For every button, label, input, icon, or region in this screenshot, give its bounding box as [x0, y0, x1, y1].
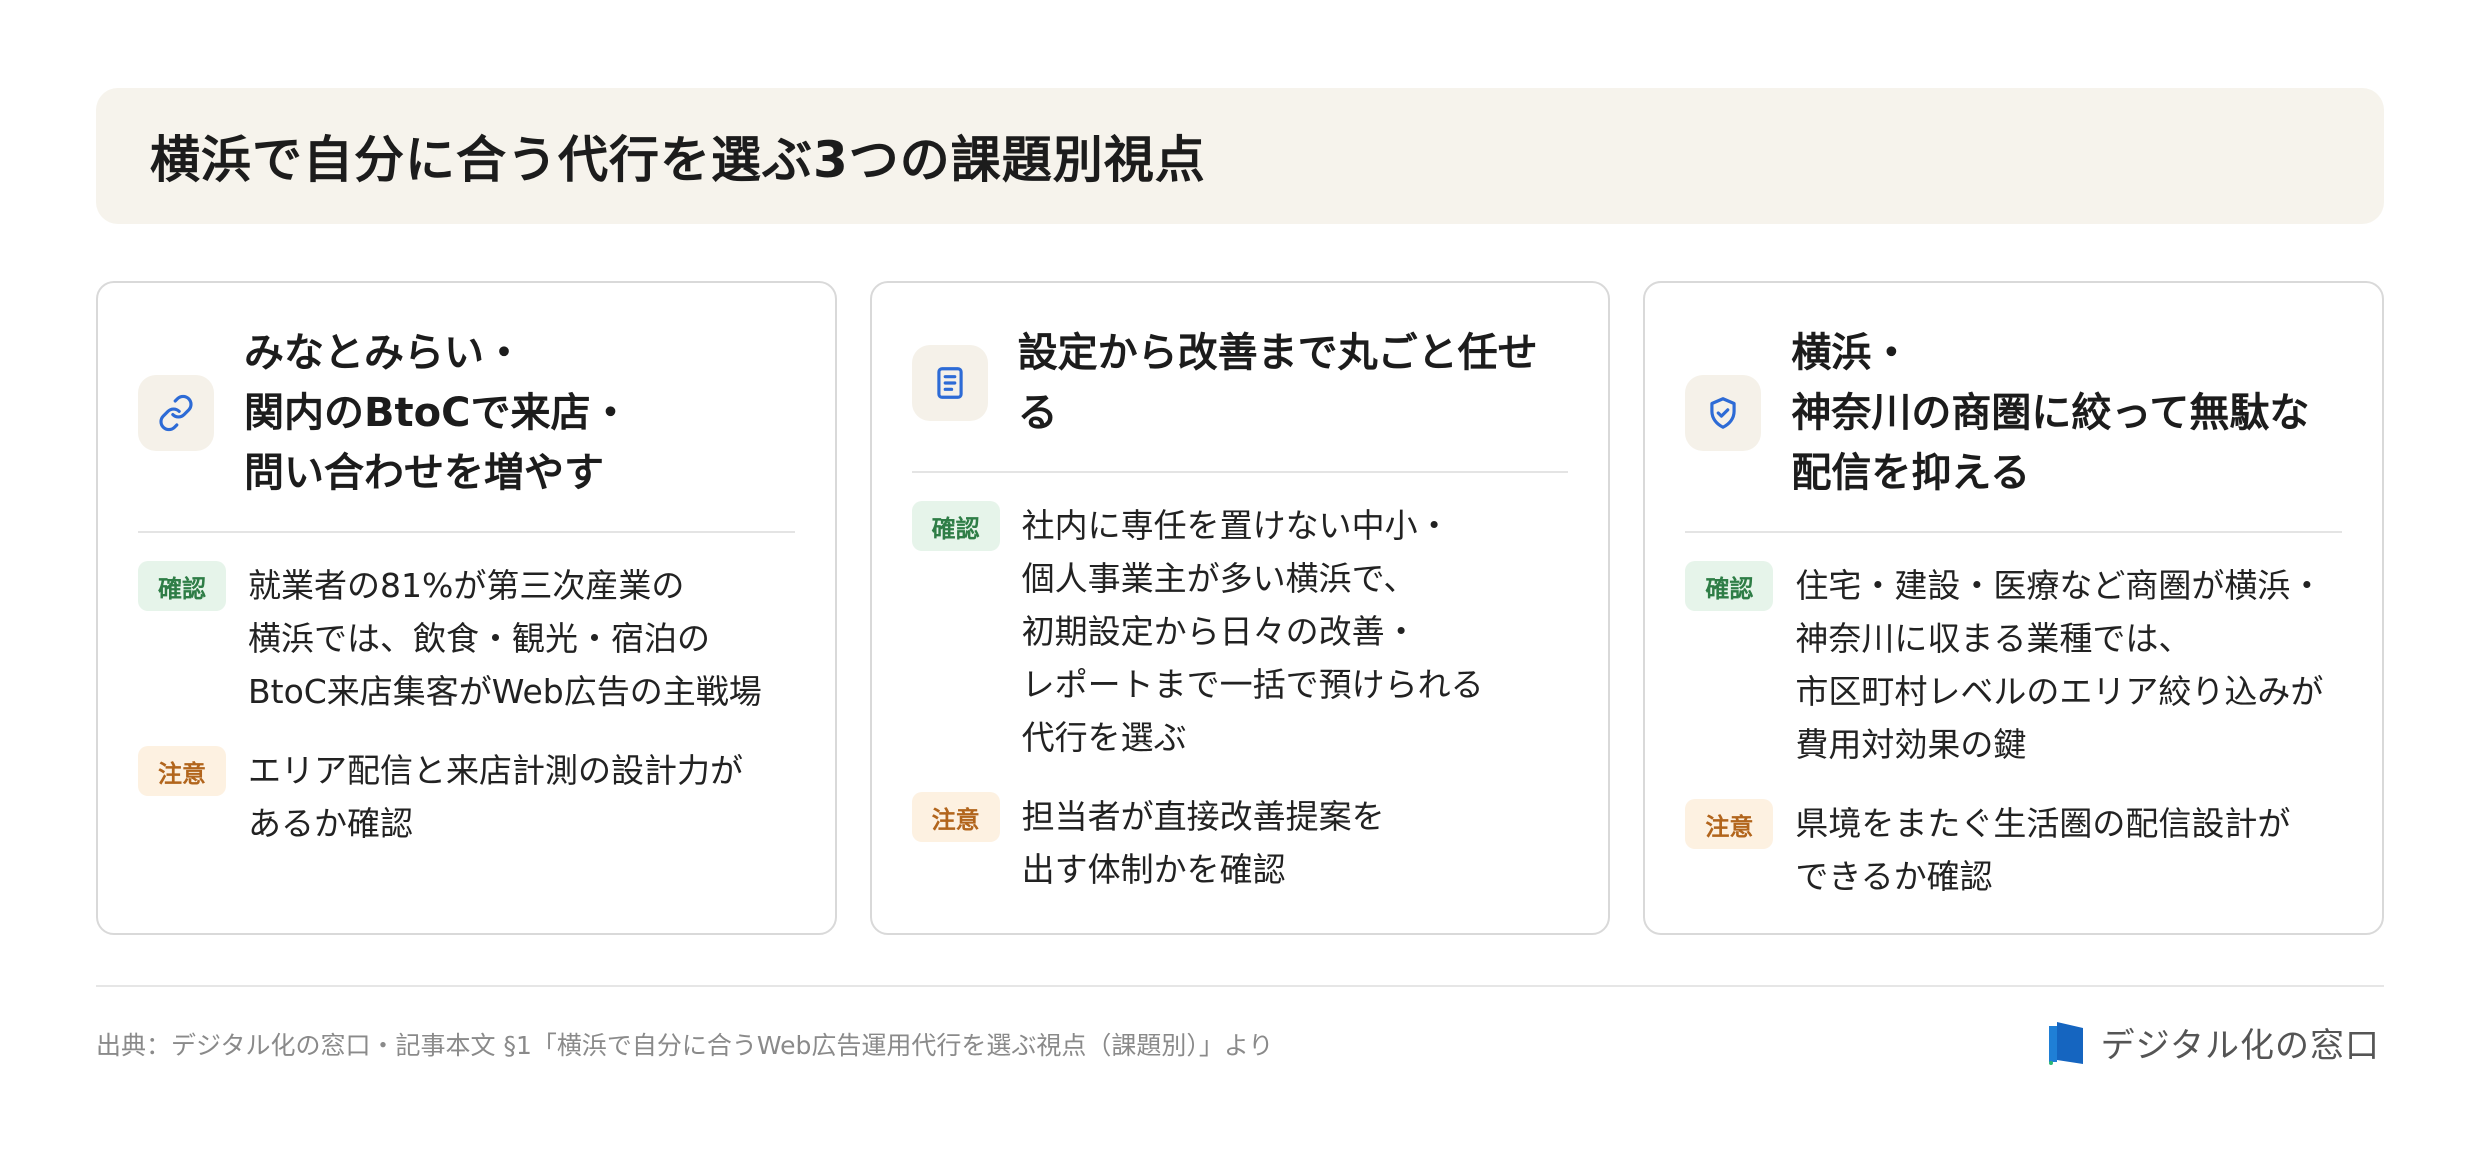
- confirm-item: 確認 就業者の81%が第三次産業の 横浜では、飲食・観光・宿泊の BtoC来店集…: [138, 559, 795, 718]
- confirm-item: 確認 社内に専任を置けない中小・ 個人事業主が多い横浜で、 初期設定から日々の改…: [911, 499, 1569, 764]
- brand: デジタル化の窓口: [2047, 1018, 2380, 1067]
- brand-name: デジタル化の窓口: [2100, 1026, 2380, 1066]
- card-area-targeting: 横浜・ 神奈川の商圏に絞って無駄な 配信を抑える 確認 住宅・建設・医療など商圏…: [1643, 281, 2385, 935]
- card-items: 確認 社内に専任を置けない中小・ 個人事業主が多い横浜で、 初期設定から日々の改…: [911, 473, 1569, 896]
- caution-badge: 注意: [138, 746, 226, 796]
- document-icon: [911, 345, 988, 421]
- card-full-service: 設定から改善まで丸ごと任せ る 確認 社内に専任を置けない中小・ 個人事業主が多…: [869, 281, 1611, 935]
- confirm-text: 住宅・建設・医療など商圏が横浜・ 神奈川に収まる業種では、 市区町村レベルのエリ…: [1795, 566, 2324, 764]
- shield-check-icon: [1685, 375, 1762, 451]
- confirm-text: 社内に専任を置けない中小・ 個人事業主が多い横浜で、 初期設定から日々の改善・ …: [1021, 506, 1484, 757]
- caution-badge: 注意: [1685, 799, 1774, 849]
- confirm-badge: 確認: [911, 501, 1000, 551]
- page: 横浜で自分に合う代行を選ぶ3つの課題別視点 みなとみらい・ 関内のBtoCで来店…: [0, 0, 2480, 1160]
- card-header: みなとみらい・ 関内のBtoCで来店・ 問い合わせを増やす: [138, 323, 795, 533]
- caution-text: 担当者が直接改善提案を 出す体制かを確認: [1021, 797, 1385, 889]
- card-header: 横浜・ 神奈川の商圏に絞って無駄な 配信を抑える: [1685, 323, 2343, 533]
- footer-divider: [96, 985, 2384, 987]
- confirm-badge: 確認: [1685, 561, 1774, 611]
- card-header: 設定から改善まで丸ごと任せ る: [911, 323, 1569, 473]
- caution-item: 注意 担当者が直接改善提案を 出す体制かを確認: [911, 790, 1569, 896]
- confirm-item: 確認 住宅・建設・医療など商圏が横浜・ 神奈川に収まる業種では、 市区町村レベル…: [1685, 559, 2342, 771]
- confirm-badge: 確認: [138, 561, 226, 611]
- title-bar: 横浜で自分に合う代行を選ぶ3つの課題別視点: [96, 88, 2384, 224]
- caution-item: 注意 県境をまたぐ生活圏の配信設計が できるか確認: [1685, 797, 2342, 903]
- card-btoc: みなとみらい・ 関内のBtoCで来店・ 問い合わせを増やす 確認 就業者の81%…: [96, 281, 837, 935]
- card-items: 確認 就業者の81%が第三次産業の 横浜では、飲食・観光・宿泊の BtoC来店集…: [138, 533, 795, 850]
- brand-logo-icon: [2048, 1021, 2083, 1065]
- source-citation: 出典：デジタル化の窓口・記事本文 §1「横浜で自分に合うWeb広告運用代行を選ぶ…: [96, 1031, 1274, 1060]
- link-icon: [138, 375, 214, 451]
- card-title: 設定から改善まで丸ごと任せ る: [1017, 330, 1538, 436]
- caution-text: エリア配信と来店計測の設計力が あるか確認: [248, 751, 743, 843]
- confirm-text: 就業者の81%が第三次産業の 横浜では、飲食・観光・宿泊の BtoC来店集客がW…: [248, 566, 762, 711]
- card-title: 横浜・ 神奈川の商圏に絞って無駄な 配信を抑える: [1791, 330, 2310, 496]
- page-title: 横浜で自分に合う代行を選ぶ3つの課題別視点: [150, 131, 1206, 189]
- card-title: みなとみらい・ 関内のBtoCで来店・ 問い合わせを増やす: [244, 330, 631, 496]
- card-list: みなとみらい・ 関内のBtoCで来店・ 問い合わせを増やす 確認 就業者の81%…: [96, 281, 2385, 935]
- caution-text: 県境をまたぐ生活圏の配信設計が できるか確認: [1795, 804, 2291, 896]
- caution-item: 注意 エリア配信と来店計測の設計力が あるか確認: [138, 744, 795, 850]
- caution-badge: 注意: [911, 792, 1000, 842]
- card-items: 確認 住宅・建設・医療など商圏が横浜・ 神奈川に収まる業種では、 市区町村レベル…: [1685, 533, 2342, 903]
